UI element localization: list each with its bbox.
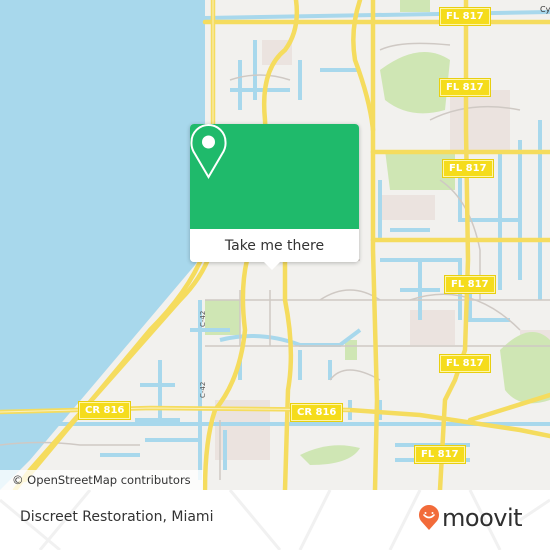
moovit-logo-icon — [419, 505, 439, 530]
road-label-fl817: FL 817 — [444, 275, 496, 294]
map-pin-icon — [190, 124, 227, 179]
popup-pointer — [263, 261, 281, 270]
road-label-fl817: FL 817 — [414, 445, 466, 464]
road-label-cr816: CR 816 — [289, 403, 344, 422]
place-name: Discreet Restoration, Miami — [20, 509, 214, 525]
edge-place-label: Cy — [540, 5, 550, 14]
road-label-c42: C-42 — [199, 381, 207, 398]
road-label-fl817: FL 817 — [439, 78, 491, 97]
moovit-brand[interactable]: moovit — [418, 504, 523, 532]
road-label-fl817: FL 817 — [442, 159, 494, 178]
take-me-there-button[interactable]: Take me there — [190, 229, 359, 262]
moovit-wordmark: moovit — [442, 504, 523, 532]
popup-header — [190, 124, 359, 229]
footer-bar: Discreet Restoration, Miami moovit — [0, 490, 550, 550]
map-attribution[interactable]: © OpenStreetMap contributors — [0, 470, 203, 490]
road-label-fl817: FL 817 — [439, 354, 491, 373]
destination-popup: Take me there — [190, 124, 359, 262]
road-label-c42: C-42 — [199, 310, 207, 327]
road-label-fl817: FL 817 — [439, 7, 491, 26]
map-view[interactable]: FL 817 FL 817 FL 817 FL 817 FL 817 FL 81… — [0, 0, 550, 490]
road-label-cr816: CR 816 — [77, 401, 132, 420]
